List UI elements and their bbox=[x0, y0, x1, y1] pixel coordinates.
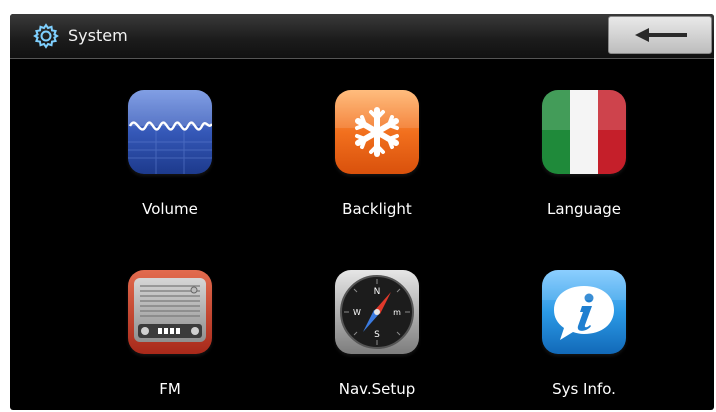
fm-button[interactable]: FM bbox=[80, 270, 260, 410]
compass-west-label: W bbox=[353, 308, 361, 317]
app-label: Sys Info. bbox=[552, 380, 616, 398]
italian-flag-icon bbox=[542, 90, 626, 174]
backlight-button[interactable]: Backlight bbox=[287, 90, 467, 250]
nav-setup-button[interactable]: N S W m Nav.Setup bbox=[287, 270, 467, 410]
compass-north-label: N bbox=[374, 287, 381, 297]
title-bar: System bbox=[10, 14, 714, 59]
page-title: System bbox=[68, 26, 128, 45]
radio-icon bbox=[128, 270, 212, 354]
app-label: Volume bbox=[142, 200, 198, 218]
app-label: FM bbox=[159, 380, 181, 398]
waveform-icon bbox=[128, 90, 212, 174]
volume-button[interactable]: Volume bbox=[80, 90, 260, 250]
app-label: Nav.Setup bbox=[338, 380, 416, 398]
language-button[interactable]: Language bbox=[494, 90, 674, 250]
app-label: Backlight bbox=[342, 200, 412, 218]
screen: System Volume Backlight Language FM N S … bbox=[10, 14, 714, 410]
info-bubble-icon bbox=[542, 270, 626, 354]
compass-east-label: m bbox=[393, 308, 401, 317]
back-button[interactable] bbox=[608, 16, 712, 54]
snowflake-icon bbox=[335, 90, 419, 174]
sys-info-button[interactable]: Sys Info. bbox=[494, 270, 674, 410]
gear-icon bbox=[32, 22, 60, 50]
app-label: Language bbox=[546, 200, 622, 218]
compass-icon: N S W m bbox=[335, 270, 419, 354]
compass-south-label: S bbox=[374, 330, 380, 340]
arrow-left-icon bbox=[635, 28, 687, 42]
